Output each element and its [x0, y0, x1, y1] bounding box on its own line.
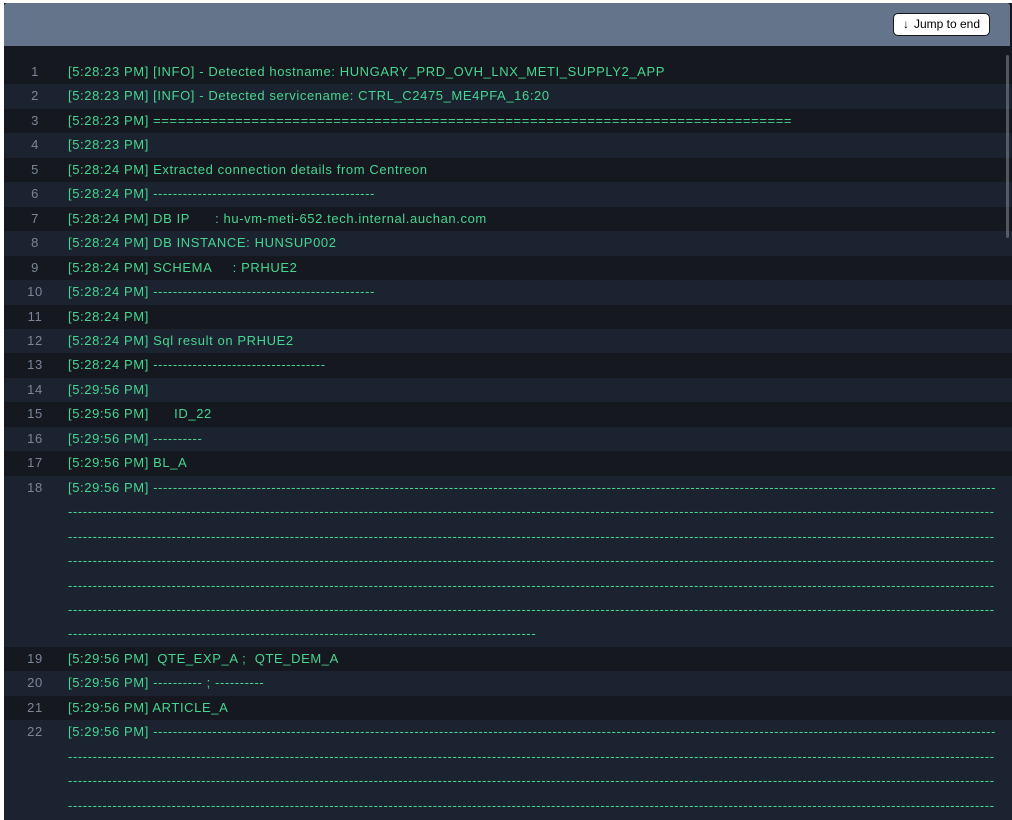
- log-line: 7 [5:28:24 PM] DB IP : hu-vm-meti-652.te…: [4, 207, 1012, 231]
- line-text: [5:28:23 PM] ===========================…: [68, 109, 1012, 133]
- line-text: [5:28:23 PM]: [68, 133, 1012, 157]
- log-line: 21 [5:29:56 PM] ARTICLE_A: [4, 696, 1012, 720]
- line-text: [5:29:56 PM] QTE_EXP_A ; QTE_DEM_A: [68, 647, 1012, 671]
- line-text: [5:28:24 PM]: [68, 305, 1012, 329]
- line-number: 1: [4, 60, 68, 84]
- line-text: [5:28:24 PM] Extracted connection detail…: [68, 158, 1012, 182]
- log-line: 22 [5:29:56 PM] ------------------------…: [4, 720, 1012, 820]
- log-line: 12 [5:28:24 PM] Sql result on PRHUE2: [4, 329, 1012, 353]
- line-number: 3: [4, 109, 68, 133]
- scrollbar-thumb[interactable]: [1006, 55, 1009, 238]
- jump-to-end-label: Jump to end: [914, 18, 980, 30]
- line-text: [5:28:24 PM] Sql result on PRHUE2: [68, 329, 1012, 353]
- log-line: 17 [5:29:56 PM] BL_A: [4, 451, 1012, 475]
- line-text: [5:29:56 PM] ARTICLE_A: [68, 696, 1012, 720]
- log-line: 5 [5:28:24 PM] Extracted connection deta…: [4, 158, 1012, 182]
- log-line: 3 [5:28:23 PM] =========================…: [4, 109, 1012, 133]
- log-line: 18 [5:29:56 PM] ------------------------…: [4, 476, 1012, 647]
- line-number: 2: [4, 84, 68, 108]
- line-number: 13: [4, 353, 68, 377]
- line-number: 10: [4, 280, 68, 304]
- line-text: [5:29:56 PM] ID_22: [68, 402, 1012, 426]
- line-text: [5:28:24 PM] DB IP : hu-vm-meti-652.tech…: [68, 207, 1012, 231]
- line-number: 20: [4, 671, 68, 695]
- line-number: 17: [4, 451, 68, 475]
- line-text: [5:29:56 PM] ----------: [68, 427, 1012, 451]
- log-line: 16 [5:29:56 PM] ----------: [4, 427, 1012, 451]
- line-text: [5:29:56 PM] ---------------------------…: [68, 476, 1012, 647]
- log-viewer-header: ↓ Jump to end: [4, 3, 1010, 46]
- line-number: 9: [4, 256, 68, 280]
- log-line: 6 [5:28:24 PM] -------------------------…: [4, 182, 1012, 206]
- log-line: 19 [5:29:56 PM] QTE_EXP_A ; QTE_DEM_A: [4, 647, 1012, 671]
- line-number: 18: [4, 476, 68, 500]
- log-line: 10 [5:28:24 PM] ------------------------…: [4, 280, 1012, 304]
- line-number: 16: [4, 427, 68, 451]
- line-text: [5:29:56 PM] ---------- ; ----------: [68, 671, 1012, 695]
- line-number: 8: [4, 231, 68, 255]
- log-line: 1 [5:28:23 PM] [INFO] - Detected hostnam…: [4, 60, 1012, 84]
- jump-to-end-button[interactable]: ↓ Jump to end: [893, 13, 990, 36]
- line-text: [5:28:23 PM] [INFO] - Detected hostname:…: [68, 60, 1012, 84]
- log-line: 11 [5:28:24 PM]: [4, 305, 1012, 329]
- line-text: [5:29:56 PM] BL_A: [68, 451, 1012, 475]
- line-number: 19: [4, 647, 68, 671]
- line-text: [5:29:56 PM]: [68, 378, 1012, 402]
- arrow-down-icon: ↓: [903, 18, 909, 30]
- line-number: 11: [4, 305, 68, 329]
- log-line: 20 [5:29:56 PM] ---------- ; ----------: [4, 671, 1012, 695]
- line-number: 5: [4, 158, 68, 182]
- line-text: [5:28:24 PM] DB INSTANCE: HUNSUP002: [68, 231, 1012, 255]
- log-line: 4 [5:28:23 PM]: [4, 133, 1012, 157]
- log-line: 9 [5:28:24 PM] SCHEMA : PRHUE2: [4, 256, 1012, 280]
- line-number: 14: [4, 378, 68, 402]
- log-line: 13 [5:28:24 PM] ------------------------…: [4, 353, 1012, 377]
- line-number: 15: [4, 402, 68, 426]
- line-text: [5:28:24 PM] ---------------------------…: [68, 182, 1012, 206]
- log-line: 8 [5:28:24 PM] DB INSTANCE: HUNSUP002: [4, 231, 1012, 255]
- log-line: 15 [5:29:56 PM] ID_22: [4, 402, 1012, 426]
- line-text: [5:28:24 PM] ---------------------------…: [68, 280, 1012, 304]
- line-text: [5:29:56 PM] ---------------------------…: [68, 720, 1012, 820]
- line-text: [5:28:24 PM] SCHEMA : PRHUE2: [68, 256, 1012, 280]
- log-line: 2 [5:28:23 PM] [INFO] - Detected service…: [4, 84, 1012, 108]
- log-viewer-panel: ↓ Jump to end 1 [5:28:23 PM] [INFO] - De…: [4, 3, 1012, 820]
- line-number: 6: [4, 182, 68, 206]
- line-number: 22: [4, 720, 68, 744]
- log-line: 14 [5:29:56 PM]: [4, 378, 1012, 402]
- log-list[interactable]: 1 [5:28:23 PM] [INFO] - Detected hostnam…: [4, 46, 1012, 820]
- line-number: 21: [4, 696, 68, 720]
- line-number: 4: [4, 133, 68, 157]
- line-number: 7: [4, 207, 68, 231]
- line-number: 12: [4, 329, 68, 353]
- line-text: [5:28:23 PM] [INFO] - Detected servicena…: [68, 84, 1012, 108]
- line-text: [5:28:24 PM] ---------------------------…: [68, 353, 1012, 377]
